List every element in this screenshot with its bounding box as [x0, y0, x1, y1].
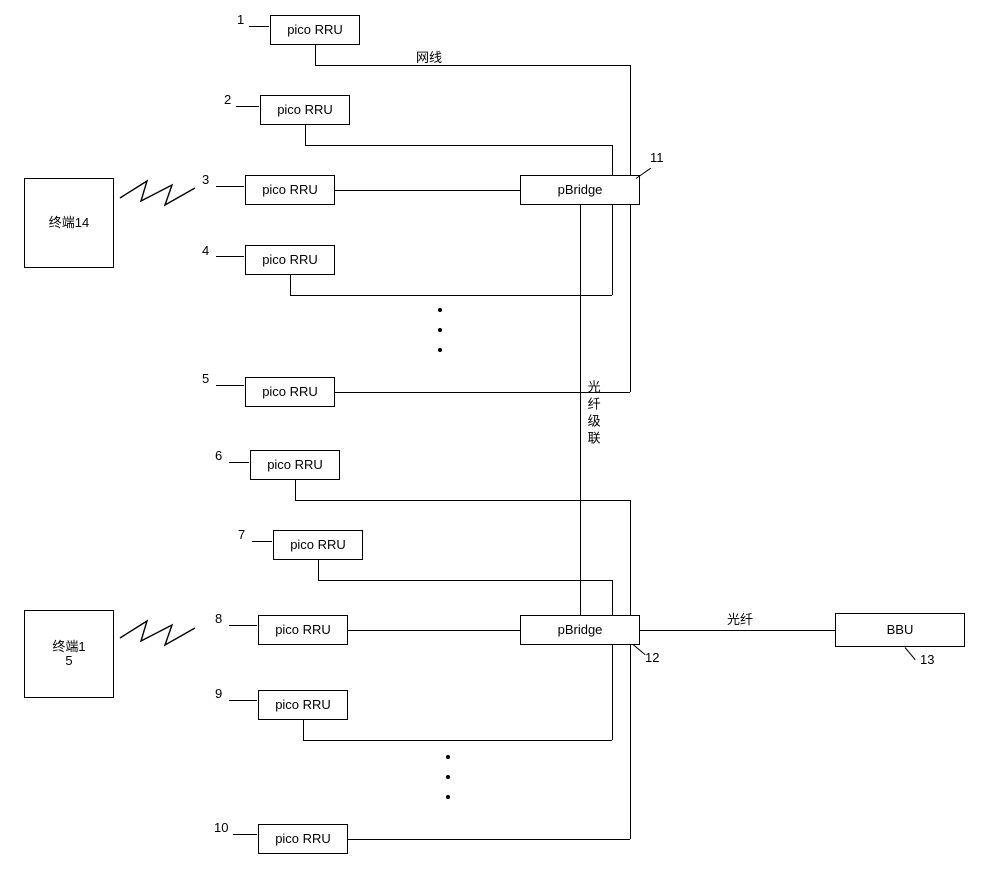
wire	[315, 65, 630, 66]
node-id-1: 1	[237, 12, 244, 28]
terminal-15-label-l2: 5	[65, 654, 72, 668]
node-id-7: 7	[238, 527, 245, 543]
wire	[303, 720, 304, 740]
wireless-link-icon	[117, 613, 247, 653]
wire	[348, 839, 630, 840]
wire	[318, 560, 319, 580]
pico-rru-6: pico RRU	[250, 450, 340, 480]
node-id-13: 13	[920, 652, 934, 668]
pico-rru-10: pico RRU	[258, 824, 348, 854]
ellipsis-icon	[446, 755, 450, 759]
pico-rru-4: pico RRU	[245, 245, 335, 275]
node-id-12: 12	[645, 650, 659, 666]
fiber-line	[640, 630, 835, 631]
fiber-cascade	[580, 205, 581, 615]
node-id-8: 8	[215, 611, 222, 627]
terminal-14-label: 终端14	[49, 216, 89, 230]
ellipsis-icon	[438, 328, 442, 332]
ellipsis-icon	[446, 795, 450, 799]
terminal-14: 终端14	[24, 178, 114, 268]
ellipsis-icon	[438, 308, 442, 312]
node-id-2: 2	[224, 92, 231, 108]
wire	[348, 630, 520, 631]
pico-rru-7: pico RRU	[273, 530, 363, 560]
leader-line	[229, 700, 257, 701]
node-id-5: 5	[202, 371, 209, 387]
wire	[295, 480, 296, 500]
wire	[315, 45, 316, 65]
node-id-10: 10	[214, 820, 228, 836]
node-id-3: 3	[202, 172, 209, 188]
wire	[290, 275, 291, 295]
wire	[630, 65, 631, 175]
wire	[612, 580, 613, 615]
leader-line	[636, 168, 651, 179]
leader-line	[233, 834, 257, 835]
terminal-15: 终端1 5	[24, 610, 114, 698]
leader-line	[229, 625, 257, 626]
bbu: BBU	[835, 613, 965, 647]
pico-rru-2: pico RRU	[260, 95, 350, 125]
pico-rru-3: pico RRU	[245, 175, 335, 205]
node-id-6: 6	[215, 448, 222, 464]
cable-fiber-cascade-label: 光纤级联	[585, 380, 601, 448]
leader-line	[249, 26, 269, 27]
wire	[305, 125, 306, 145]
leader-line	[216, 186, 244, 187]
wire	[630, 205, 631, 392]
wire	[612, 145, 613, 175]
leader-line	[905, 647, 916, 660]
wire	[630, 500, 631, 615]
pico-rru-5: pico RRU	[245, 377, 335, 407]
wire	[335, 190, 520, 191]
wire	[612, 205, 613, 295]
pico-rru-8: pico RRU	[258, 615, 348, 645]
leader-line	[216, 385, 244, 386]
leader-line	[236, 106, 259, 107]
leader-line	[252, 541, 272, 542]
leader-line	[216, 256, 244, 257]
leader-line	[633, 644, 646, 655]
ellipsis-icon	[438, 348, 442, 352]
wire	[305, 145, 612, 146]
wire	[303, 740, 612, 741]
wire	[318, 580, 612, 581]
cable-fiber-label: 光纤	[727, 612, 753, 628]
wire	[630, 645, 631, 839]
pbridge-11: pBridge	[520, 175, 640, 205]
pico-rru-1: pico RRU	[270, 15, 360, 45]
wire	[612, 645, 613, 740]
pico-rru-9: pico RRU	[258, 690, 348, 720]
wireless-link-icon	[117, 173, 237, 213]
node-id-11: 11	[650, 150, 664, 166]
ellipsis-icon	[446, 775, 450, 779]
wire	[290, 295, 612, 296]
leader-line	[229, 462, 249, 463]
pbridge-12: pBridge	[520, 615, 640, 645]
cable-eth-label: 网线	[416, 50, 442, 66]
node-id-9: 9	[215, 686, 222, 702]
terminal-15-label-l1: 终端1	[52, 640, 85, 654]
node-id-4: 4	[202, 243, 209, 259]
